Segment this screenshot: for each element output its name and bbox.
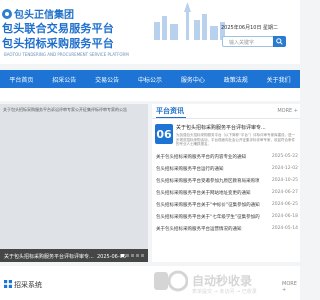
nav-item-about[interactable]: 关于我们 — [257, 70, 300, 88]
slider-dot[interactable] — [141, 254, 144, 257]
news-title: 平台资讯 — [156, 107, 184, 115]
site-title-line2: 包头招标采购服务平台 — [2, 37, 114, 50]
site-subtitle: BAOTOU TENDERING AND PROCUREMENT SERVICE… — [4, 52, 129, 57]
zhaocai-more-link[interactable]: MORE + — [282, 281, 300, 293]
slider-dot[interactable] — [131, 254, 134, 257]
slider-dot[interactable] — [121, 254, 124, 257]
zhaocai-title: 招采系统 — [14, 281, 42, 289]
search-icon — [276, 38, 283, 45]
site-title-line1: 包头联合交易服务平台 — [2, 22, 114, 35]
news-item[interactable]: 关于包头招标采购服务平台运营情况的通知 2024-05-14 — [156, 226, 298, 235]
featured-news-desc: 为加强包头招标采购服务平台（以下简称“平台”）评标评审专家库建设，进一步规范招标… — [176, 133, 296, 146]
city-skyline-icon — [154, 2, 225, 40]
search-button[interactable] — [273, 36, 286, 47]
nav-item-service-center[interactable]: 服务中心 — [171, 70, 214, 88]
news-title-underline — [156, 117, 186, 118]
nav-item-home[interactable]: 平台首页 — [0, 70, 43, 88]
slider-dots — [121, 254, 144, 257]
slider-dot[interactable] — [126, 254, 129, 257]
slider-caption[interactable]: 关于包头招标采购服务平台评标评审专... 2025-06-06 — [4, 253, 126, 260]
watermark-logo-icon — [154, 270, 189, 292]
featured-date-icon: 06 — [155, 124, 173, 144]
news-more-link[interactable]: MORE + — [277, 108, 298, 114]
main-nav: 平台首页 招采公告 交易公告 中标公示 服务中心 政策法规 关于我们 — [0, 70, 300, 88]
watermark-subtext: 表单提交 → 未访问 → 已收录 — [192, 289, 257, 295]
grid-icon — [4, 280, 12, 288]
news-item[interactable]: 关于包头招标采购服务平台的内容专业的通知 2025-05-22 — [156, 154, 298, 163]
news-header: 平台资讯 MORE + — [152, 104, 300, 119]
slider-dot[interactable] — [136, 254, 139, 257]
slider-image-caption: 关于包头招标采购服务平台诉讼评审专家公开征集评标评审专家的公告 — [3, 107, 127, 112]
nav-item-tender-notice[interactable]: 招采公告 — [43, 70, 86, 88]
nav-item-award-notice[interactable]: 中标公示 — [129, 70, 172, 88]
news-item[interactable]: 包头招标采购服务平台受邀参加九原区教育局采购项目交流会2024-10-25 — [156, 178, 298, 187]
watermark-text: 自动秒收录 — [192, 274, 253, 288]
image-slider[interactable]: 关于包头招标采购服务平台诉讼评审专家公开征集评标评审专家的公告 关于包头招标采购… — [0, 104, 148, 262]
watermark: 自动秒收录 表单提交 → 未访问 → 已收录 — [152, 268, 292, 298]
current-date: 2025年06月10日 星期二 — [221, 25, 279, 31]
news-item[interactable]: 包头招标采购服务平台关于“七年级学生”征集参加的通知 2024-06-18 — [156, 214, 298, 223]
nav-item-trade-notice[interactable]: 交易公告 — [86, 70, 129, 88]
brand-logo-icon — [2, 8, 12, 19]
search-input[interactable]: 输入关键字 — [222, 36, 274, 47]
banner-strip — [0, 88, 300, 101]
brand-row: 包头正信集团 — [2, 6, 74, 21]
news-panel: 平台资讯 MORE + 06 关于包头招标采购服务平台评标评审专... 为加强包… — [152, 104, 300, 262]
nav-item-policy[interactable]: 政策法规 — [214, 70, 257, 88]
featured-news-title[interactable]: 关于包头招标采购服务平台评标评审专... — [176, 124, 266, 131]
site-header: 包头正信集团 包头联合交易服务平台 包头招标采购服务平台 BAOTOU TEND… — [0, 0, 300, 64]
slider-caption-bar: 关于包头招标采购服务平台评标评审专... 2025-06-06 — [0, 249, 148, 262]
news-item[interactable]: 包头招标采购服务平台关于“中标价”征集参加的通知 2024-06-25 — [156, 202, 298, 211]
brand-name: 包头正信集团 — [14, 10, 74, 21]
news-item[interactable]: 包头招标采购服务平台运行的通知 2024-12-02 — [156, 166, 298, 175]
news-item[interactable]: 包头招标采购服务平台关于网站地址变更的通知 2024-06-27 — [156, 190, 298, 199]
